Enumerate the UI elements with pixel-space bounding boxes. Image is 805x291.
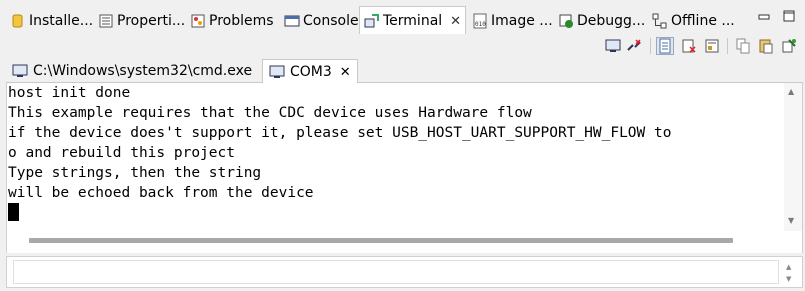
tab-label: Offline ... — [671, 13, 735, 29]
terminal-line: Type strings, then the string — [8, 165, 262, 181]
tab-properties[interactable]: Properti... — [94, 8, 189, 34]
scroll-down-icon[interactable]: ▼ — [788, 216, 794, 225]
pin-icon[interactable] — [780, 37, 798, 55]
copy-icon[interactable] — [734, 37, 752, 55]
image-icon: 010 — [472, 13, 488, 29]
terminal-line: host init done — [8, 85, 131, 101]
debugger-icon — [558, 13, 574, 29]
scroll-up-icon[interactable]: ▲ — [788, 87, 794, 96]
tab-problems[interactable]: Problems — [186, 8, 278, 34]
terminal-tab-bar: C:\Windows\system32\cmd.exe COM3 ✕ — [6, 59, 803, 84]
settings-icon[interactable] — [703, 37, 721, 55]
terminal-icon — [364, 13, 380, 29]
terminal-toolbar — [0, 34, 805, 58]
console-icon — [284, 13, 300, 29]
tab-installed[interactable]: Installe... — [6, 8, 97, 34]
tab-offline[interactable]: Offline ... — [648, 8, 739, 34]
terminal-line: o and rebuild this project — [8, 145, 235, 161]
terminal-tab-label: COM3 — [290, 64, 332, 80]
tab-com3[interactable]: COM3 ✕ — [262, 59, 358, 84]
tab-label: Properti... — [117, 13, 186, 29]
horizontal-scrollbar[interactable] — [7, 233, 783, 247]
tab-terminal[interactable]: Terminal ✕ — [359, 6, 467, 35]
view-tab-bar: Installe... Properti... Problems Console… — [0, 0, 805, 35]
terminal-line: This example requires that the CDC devic… — [8, 105, 532, 121]
new-terminal-icon[interactable] — [604, 37, 622, 55]
scrollbar-thumb[interactable] — [29, 238, 733, 243]
tab-label: Debugg... — [577, 13, 646, 29]
input-scroll-arrows[interactable]: ▲ ▼ — [784, 262, 796, 284]
terminal-cursor — [8, 203, 19, 221]
serial-terminal-icon — [269, 65, 285, 79]
tab-debugger[interactable]: Debugg... — [554, 8, 649, 34]
maximize-icon[interactable] — [783, 10, 795, 22]
command-input[interactable] — [13, 260, 779, 284]
tab-image[interactable]: 010 Image ... — [468, 8, 557, 34]
close-icon[interactable]: ✕ — [450, 14, 461, 29]
terminal-output[interactable]: host init done This example requires that… — [6, 83, 803, 253]
tab-cmd-terminal[interactable]: C:\Windows\system32\cmd.exe — [6, 59, 258, 83]
install-icon — [10, 13, 26, 29]
scroll-down-icon[interactable]: ▼ — [786, 275, 791, 283]
clear-terminal-icon[interactable] — [680, 37, 698, 55]
properties-icon — [98, 13, 114, 29]
terminal-line: if the device does't support it, please … — [8, 125, 672, 141]
paste-icon[interactable] — [757, 37, 775, 55]
svg-text:010: 010 — [475, 21, 486, 28]
tab-label: Console — [303, 13, 359, 29]
tab-label: Installe... — [29, 13, 94, 29]
disconnect-icon[interactable] — [625, 37, 643, 55]
tab-label: Problems — [209, 13, 274, 29]
terminal-tab-label: C:\Windows\system32\cmd.exe — [33, 63, 253, 79]
scroll-up-icon[interactable]: ▲ — [786, 263, 791, 271]
tab-console[interactable]: Console — [280, 8, 363, 34]
close-icon[interactable]: ✕ — [340, 65, 351, 80]
terminal-line: will be echoed back from the device — [8, 185, 314, 201]
terminal-text: host init done This example requires that… — [8, 83, 784, 231]
scroll-lock-icon[interactable] — [656, 37, 674, 55]
tab-label: Terminal — [383, 13, 443, 29]
vertical-scrollbar[interactable]: ▲ ▼ — [784, 83, 802, 231]
command-input-area: ▲ ▼ — [6, 256, 803, 288]
offline-icon — [652, 13, 668, 29]
problems-icon — [190, 13, 206, 29]
minimize-icon[interactable] — [758, 10, 770, 22]
cmd-terminal-icon — [12, 64, 28, 78]
tab-label: Image ... — [491, 13, 553, 29]
